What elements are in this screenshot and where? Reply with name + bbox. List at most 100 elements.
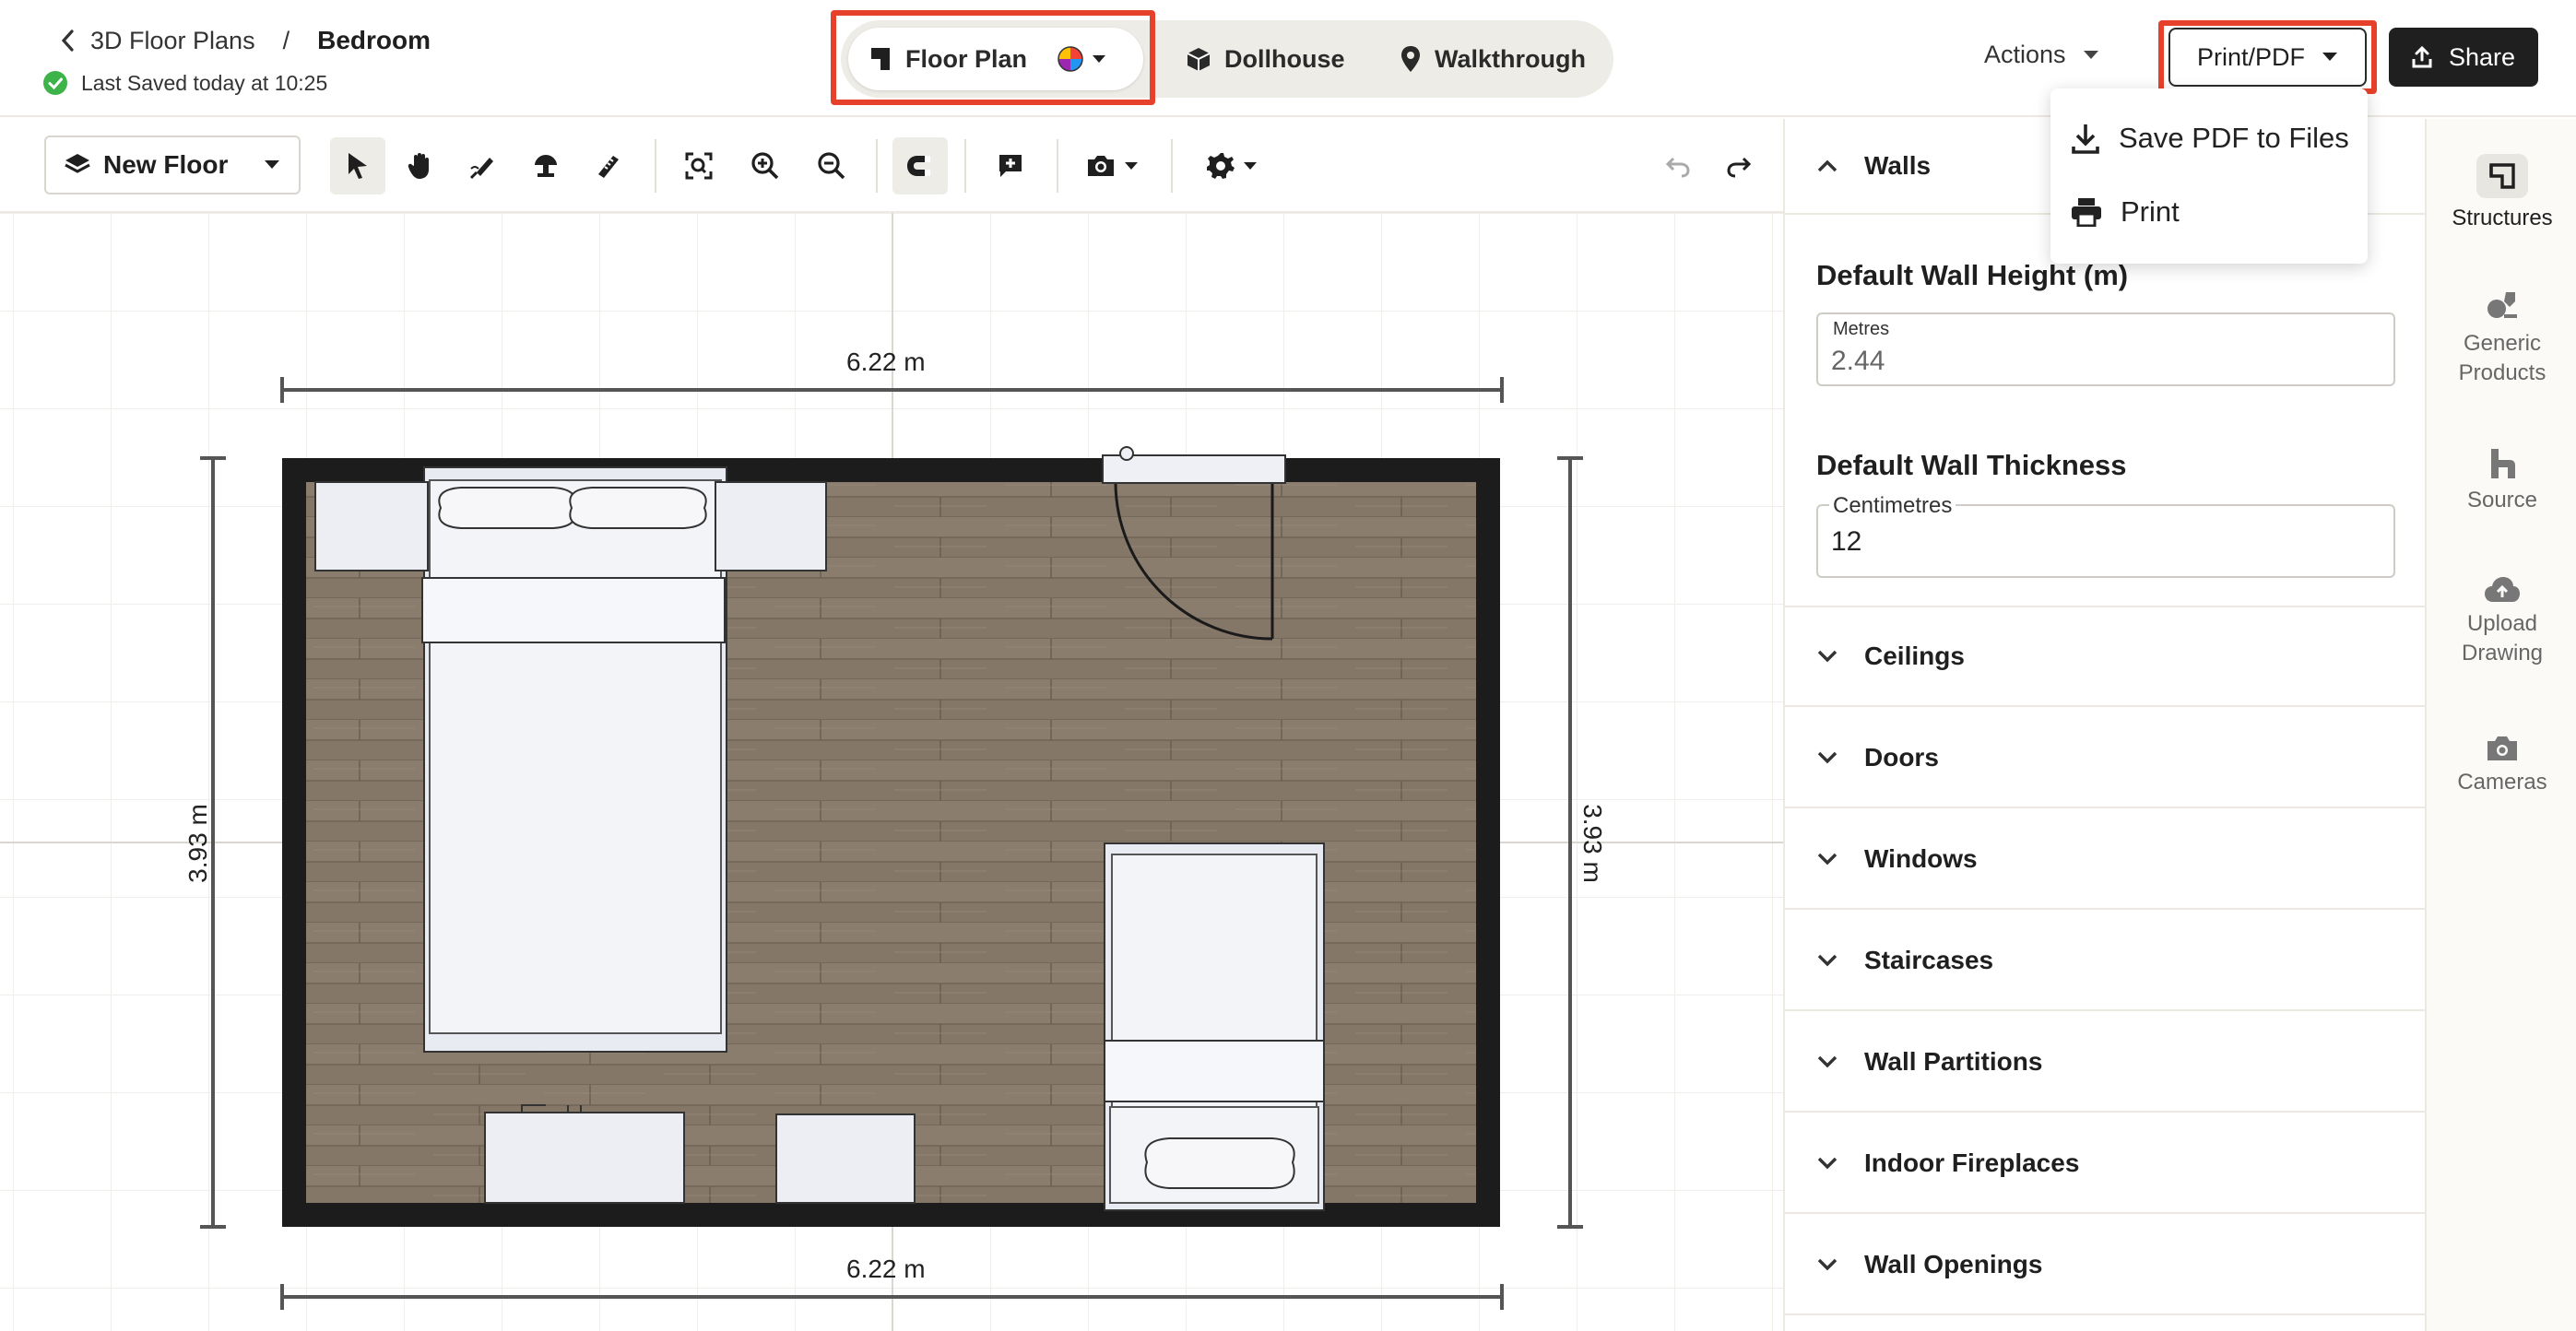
wall-thickness-input[interactable]: Centimetres 12: [1816, 493, 2395, 578]
pan-tool[interactable]: [393, 137, 448, 194]
sidebar-item-generic-products[interactable]: Generic Products: [2427, 287, 2576, 388]
double-bed[interactable]: [421, 466, 727, 1053]
fit-view-tool[interactable]: [671, 137, 727, 194]
caret-down-icon: [2083, 50, 2098, 59]
toolbar-separator: [1057, 139, 1058, 193]
room-tool[interactable]: [518, 137, 573, 194]
wall-height-value: 2.44: [1831, 346, 1885, 376]
floor-plan-drawing[interactable]: [0, 213, 1783, 1331]
share-button[interactable]: Share: [2389, 28, 2538, 87]
menu-item-save-pdf-label: Save PDF to Files: [2119, 122, 2349, 154]
section-indoor-fireplaces[interactable]: Indoor Fireplaces: [1785, 1114, 2425, 1214]
gear-icon: [1207, 153, 1235, 179]
sidebar-item-source-label: Source: [2466, 488, 2538, 512]
wall-height-unit: Metres: [1829, 319, 1894, 340]
left-height-label: 3.93 m: [183, 804, 212, 883]
top-width-label: 6.22 m: [846, 347, 926, 376]
caret-down-icon: [265, 160, 279, 169]
source-icon: [2491, 449, 2515, 478]
breadcrumb: 3D Floor Plans / Bedroom: [59, 26, 431, 55]
breadcrumb-parent[interactable]: 3D Floor Plans: [90, 27, 255, 55]
toolbar-separator: [655, 139, 656, 193]
sidebar-item-drawing-label: Drawing: [2461, 641, 2544, 666]
add-note-tool[interactable]: [983, 137, 1038, 194]
sidebar-item-cameras-label: Cameras: [2457, 770, 2547, 795]
section-doors[interactable]: Doors: [1785, 709, 2425, 808]
chevron-down-icon: [1817, 1157, 1837, 1170]
tab-dollhouse[interactable]: Dollhouse: [1165, 28, 1365, 90]
zoom-out-tool[interactable]: [804, 137, 859, 194]
download-icon: [2072, 124, 2099, 154]
sidebar-item-structures[interactable]: Structures: [2427, 154, 2576, 233]
canvas-toolbar: New Floor: [0, 119, 1783, 213]
menu-item-print[interactable]: Print: [2071, 195, 2180, 229]
magnet-icon: [907, 156, 930, 176]
chevron-down-icon: [1817, 853, 1837, 866]
floor-selector[interactable]: New Floor: [44, 135, 301, 194]
focus-icon: [685, 152, 713, 180]
caret-down-icon: [1125, 162, 1138, 170]
section-staircases-label: Staircases: [1864, 946, 1994, 974]
chevron-down-icon: [1817, 1258, 1837, 1271]
menu-item-save-pdf[interactable]: Save PDF to Files: [2071, 122, 2349, 155]
actions-button[interactable]: Actions: [1984, 41, 2099, 69]
floor-plan-canvas[interactable]: 6.22 m 6.22 m 3.93 m 3.93 m: [0, 213, 1783, 1331]
share-label: Share: [2448, 42, 2516, 71]
sidebar-item-source[interactable]: Source: [2427, 447, 2576, 515]
sidebar-item-upload-label: Upload: [2466, 611, 2538, 636]
section-ceilings[interactable]: Ceilings: [1785, 607, 2425, 707]
structures-icon: [2476, 154, 2528, 198]
undo-button[interactable]: [1650, 137, 1706, 194]
single-bed[interactable]: [1104, 842, 1325, 1211]
printer-icon: [2072, 198, 2101, 227]
section-wall-openings[interactable]: Wall Openings: [1785, 1216, 2425, 1315]
section-windows-label: Windows: [1864, 844, 1978, 873]
sidebar-item-structures-label: Structures: [2452, 206, 2553, 230]
highlight-floor-plan: [831, 10, 1155, 105]
comment-add-icon: [999, 155, 1022, 177]
draw-wall-icon: [469, 158, 493, 180]
print-menu: Save PDF to Files Print: [2050, 88, 2368, 264]
hand-icon: [408, 153, 429, 179]
snap-tool[interactable]: [892, 137, 948, 194]
menu-item-print-label: Print: [2121, 195, 2180, 228]
wall-height-input[interactable]: Metres 2.44: [1816, 312, 2395, 386]
redo-button[interactable]: [1711, 137, 1767, 194]
sidebar-item-generic-label: Generic: [2463, 331, 2542, 356]
wall-thickness-unit: Centimetres: [1829, 493, 1956, 519]
camera-icon: [2487, 736, 2517, 760]
nightstand-left[interactable]: [314, 481, 429, 571]
stamp-icon: [535, 155, 557, 177]
section-doors-label: Doors: [1864, 743, 1939, 772]
share-icon: [2412, 46, 2432, 68]
camera-tool[interactable]: [1075, 137, 1149, 194]
measure-tool[interactable]: [581, 137, 636, 194]
section-staircases[interactable]: Staircases: [1785, 912, 2425, 1011]
saved-status: Last Saved today at 10:25: [42, 70, 327, 96]
side-table[interactable]: [775, 1113, 916, 1204]
nightstand-right[interactable]: [715, 481, 827, 571]
floor-selector-label: New Floor: [103, 150, 229, 179]
settings-tool[interactable]: [1195, 137, 1269, 194]
chevron-left-icon[interactable]: [59, 28, 76, 53]
location-pin-icon: [1401, 46, 1420, 72]
select-tool[interactable]: [330, 137, 385, 194]
breadcrumb-separator: /: [282, 26, 290, 54]
desk[interactable]: [484, 1104, 685, 1204]
tab-walkthrough[interactable]: Walkthrough: [1379, 28, 1606, 90]
section-ceilings-label: Ceilings: [1864, 642, 1965, 670]
zoom-in-tool[interactable]: [738, 137, 793, 194]
ruler-icon: [598, 156, 619, 178]
check-circle-icon: [43, 71, 67, 95]
chevron-down-icon: [1817, 954, 1837, 967]
toolbar-separator: [1171, 139, 1173, 193]
section-windows[interactable]: Windows: [1785, 810, 2425, 910]
sidebar-item-cameras[interactable]: Cameras: [2427, 735, 2576, 797]
sidebar-item-upload-drawing[interactable]: Upload Drawing: [2427, 576, 2576, 668]
right-height-label: 3.93 m: [1578, 804, 1607, 883]
section-wall-partitions-label: Wall Partitions: [1864, 1047, 2043, 1076]
section-wall-partitions[interactable]: Wall Partitions: [1785, 1013, 2425, 1113]
properties-panel: Walls Default Wall Height (m) Metres 2.4…: [1783, 119, 2425, 1331]
wall-height-title: Default Wall Height (m): [1816, 259, 2129, 291]
draw-wall-tool[interactable]: [455, 137, 511, 194]
